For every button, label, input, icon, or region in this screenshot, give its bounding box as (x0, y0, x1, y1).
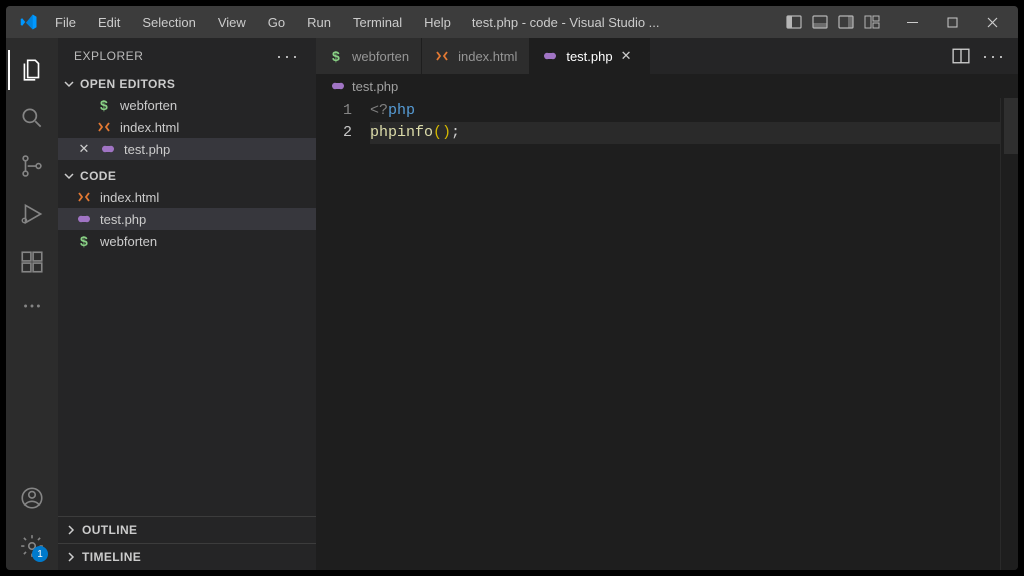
menu-help[interactable]: Help (415, 11, 460, 34)
code-content[interactable]: <?php phpinfo(); (370, 98, 1000, 570)
layout-controls (786, 14, 880, 30)
settings-gear-icon[interactable]: 1 (8, 522, 56, 570)
file-name: webforten (120, 98, 177, 113)
code-section-label: CODE (80, 169, 116, 183)
file-item[interactable]: index.html (58, 186, 316, 208)
menu-edit[interactable]: Edit (89, 11, 129, 34)
run-debug-icon[interactable] (8, 190, 56, 238)
file-name: webforten (100, 234, 157, 249)
sidebar-title: EXPLORER (74, 49, 143, 63)
tab-webforten[interactable]: $ webforten (316, 38, 422, 74)
timeline-section[interactable]: TIMELINE (58, 543, 316, 570)
menu-run[interactable]: Run (298, 11, 340, 34)
accounts-icon[interactable] (8, 474, 56, 522)
chevron-right-icon (64, 523, 78, 537)
chevron-right-icon (64, 550, 78, 564)
tab-label: webforten (352, 49, 409, 64)
outline-section[interactable]: OUTLINE (58, 516, 316, 543)
html-icon (434, 48, 450, 64)
title-bar: File Edit Selection View Go Run Terminal… (6, 6, 1018, 38)
open-editors-list: $ webforten index.html ✕ test.php (58, 94, 316, 166)
maximize-button[interactable] (932, 6, 972, 38)
customize-layout-icon[interactable] (864, 14, 880, 30)
vscode-logo-icon (20, 13, 38, 31)
toggle-secondary-sidebar-icon[interactable] (838, 14, 854, 30)
svg-text:$: $ (332, 49, 340, 63)
toggle-panel-icon[interactable] (812, 14, 828, 30)
menu-go[interactable]: Go (259, 11, 294, 34)
code-editor[interactable]: 1 2 <?php phpinfo(); (316, 98, 1018, 570)
close-tab-icon[interactable]: ✕ (621, 48, 637, 64)
menu-bar: File Edit Selection View Go Run Terminal… (46, 11, 460, 34)
file-name: test.php (124, 142, 170, 157)
tab-index-html[interactable]: index.html (422, 38, 530, 74)
activity-bar: 1 (6, 38, 58, 570)
chevron-down-icon (62, 77, 76, 91)
editor-more-icon[interactable]: ··· (982, 46, 1006, 67)
breadcrumb[interactable]: test.php (316, 74, 1018, 98)
html-icon (76, 189, 92, 205)
code-files-list: index.html test.php $ webforten (58, 186, 316, 258)
split-editor-icon[interactable] (952, 47, 970, 65)
sidebar: EXPLORER ··· OPEN EDITORS $ webforten in… (58, 38, 316, 570)
chevron-down-icon (62, 169, 76, 183)
settings-badge: 1 (32, 546, 48, 562)
more-icon[interactable] (8, 286, 56, 326)
svg-text:$: $ (80, 234, 88, 248)
source-control-icon[interactable] (8, 142, 56, 190)
minimap[interactable] (1000, 98, 1018, 570)
menu-view[interactable]: View (209, 11, 255, 34)
menu-terminal[interactable]: Terminal (344, 11, 411, 34)
open-editor-item[interactable]: $ webforten (58, 94, 316, 116)
editor-group: $ webforten index.html test.php ✕ (316, 38, 1018, 570)
explorer-icon[interactable] (8, 46, 56, 94)
editor-tabs: $ webforten index.html test.php ✕ (316, 38, 1018, 74)
sidebar-header: EXPLORER ··· (58, 38, 316, 74)
file-item[interactable]: test.php (58, 208, 316, 230)
open-editors-label: OPEN EDITORS (80, 77, 175, 91)
svg-text:$: $ (100, 98, 108, 112)
code-line: phpinfo(); (370, 122, 1000, 144)
open-editor-item[interactable]: ✕ test.php (58, 138, 316, 160)
dollar-icon: $ (76, 233, 92, 249)
breadcrumb-label: test.php (352, 79, 398, 94)
sidebar-more-icon[interactable]: ··· (276, 46, 300, 67)
tab-label: test.php (566, 49, 612, 64)
file-name: test.php (100, 212, 146, 227)
open-editor-item[interactable]: index.html (58, 116, 316, 138)
window-controls (892, 6, 1012, 38)
window-title: test.php - code - Visual Studio ... (472, 15, 786, 30)
code-line: <?php (370, 100, 1000, 122)
menu-selection[interactable]: Selection (133, 11, 204, 34)
dollar-icon: $ (328, 48, 344, 64)
php-icon (76, 211, 92, 227)
line-gutter: 1 2 (316, 98, 370, 570)
timeline-label: TIMELINE (82, 550, 141, 564)
line-number: 2 (316, 122, 352, 144)
minimize-button[interactable] (892, 6, 932, 38)
file-item[interactable]: $ webforten (58, 230, 316, 252)
close-button[interactable] (972, 6, 1012, 38)
editor-actions: ··· (940, 38, 1018, 74)
file-name: index.html (100, 190, 159, 205)
menu-file[interactable]: File (46, 11, 85, 34)
outline-label: OUTLINE (82, 523, 137, 537)
html-icon (96, 119, 112, 135)
php-icon (542, 48, 558, 64)
extensions-icon[interactable] (8, 238, 56, 286)
toggle-sidebar-icon[interactable] (786, 14, 802, 30)
close-editor-icon[interactable]: ✕ (76, 141, 92, 157)
file-name: index.html (120, 120, 179, 135)
php-icon (100, 141, 116, 157)
tab-test-php[interactable]: test.php ✕ (530, 38, 649, 74)
code-section[interactable]: CODE (58, 166, 316, 186)
open-editors-section[interactable]: OPEN EDITORS (58, 74, 316, 94)
dollar-icon: $ (96, 97, 112, 113)
search-icon[interactable] (8, 94, 56, 142)
php-icon (330, 78, 346, 94)
line-number: 1 (316, 100, 352, 122)
tab-label: index.html (458, 49, 517, 64)
